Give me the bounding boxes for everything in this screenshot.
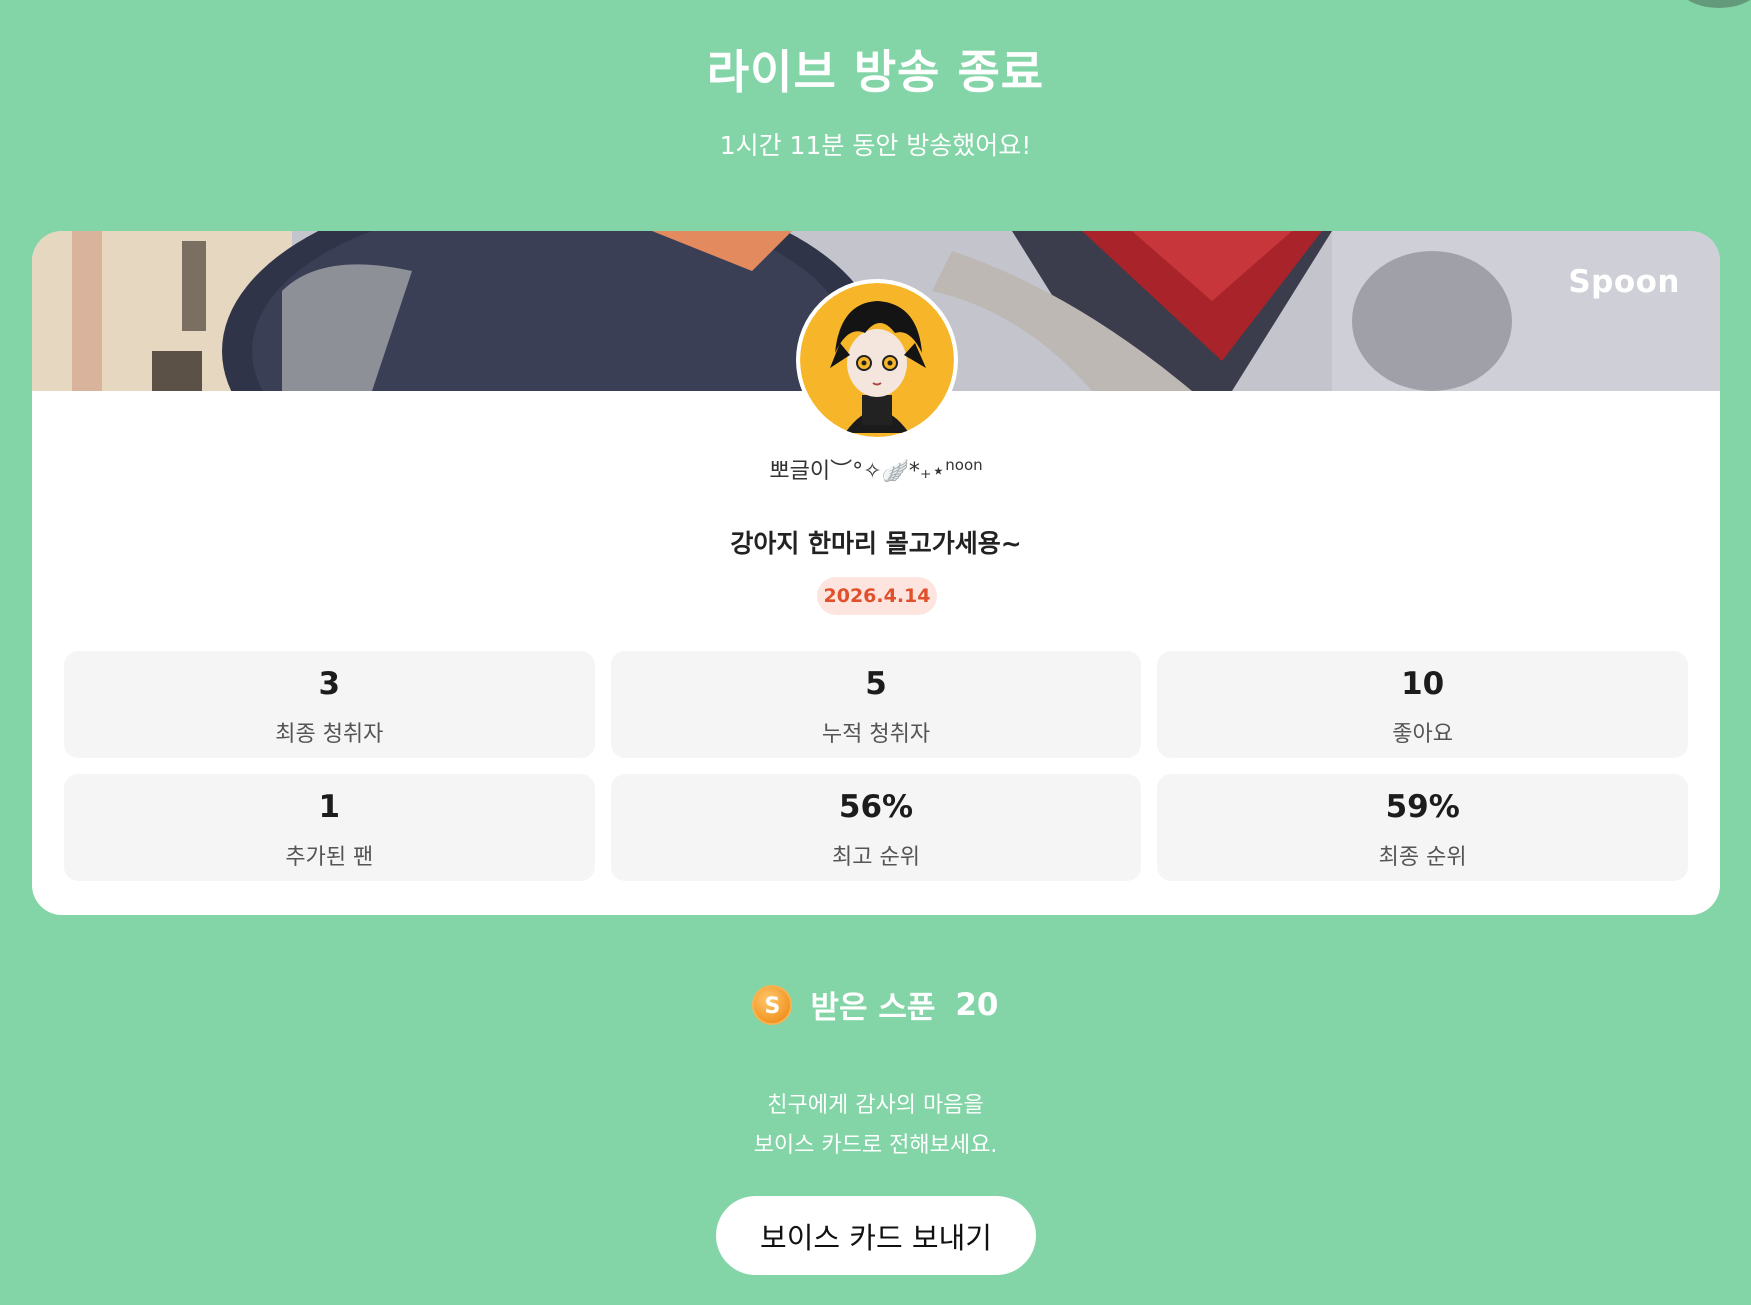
thanks-message: 친구에게 감사의 마음을 보이스 카드로 전해보세요.: [0, 1086, 1751, 1166]
received-spoons-label: 받은 스푼: [810, 990, 936, 1026]
broadcast-duration: 1시간 11분 동안 방송했어요!: [719, 131, 1032, 160]
page-title: 라이브 방송 종료: [706, 45, 1045, 99]
spoon-brand-logo: Spoon: [1568, 264, 1680, 300]
received-spoons-count: 20: [955, 986, 999, 1023]
close-button[interactable]: [1673, 0, 1751, 8]
stat-final-listeners: 3 최종 청취자: [64, 651, 595, 758]
stat-likes: 10 좋아요: [1157, 651, 1688, 758]
stat-label: 최종 청취자: [275, 722, 384, 747]
spoon-coin-icon: S: [752, 984, 793, 1025]
date-badge: 2026.4.14: [817, 577, 937, 615]
stat-label: 좋아요: [1392, 722, 1454, 747]
stat-label: 최고 순위: [832, 845, 920, 870]
thanks-line-1: 친구에게 감사의 마음을: [767, 1093, 984, 1118]
stat-label: 최종 순위: [1378, 845, 1467, 870]
stat-value: 3: [318, 666, 341, 702]
stats-grid: 3 최종 청취자 5 누적 청취자 10 좋아요 1 추가된 팬 56% 최고 …: [64, 651, 1688, 881]
host-avatar: [796, 279, 958, 441]
stat-label: 추가된 팬: [285, 845, 374, 870]
host-nickname: 뽀글이︶°✧🪽*₊⋆noon: [32, 453, 1720, 485]
live-end-screen: 라이브 방송 종료 1시간 11분 동안 방송했어요! Spoon 뽀글이︶°✧…: [0, 0, 1751, 1305]
stat-total-listeners: 5 누적 청취자: [610, 651, 1142, 758]
received-spoons: S 받은 스푼 20: [0, 982, 1751, 1027]
live-title: 강아지 한마리 몰고가세용~: [730, 529, 1022, 558]
send-voice-card-button[interactable]: 보이스 카드 보내기: [716, 1196, 1036, 1275]
live-summary-card: Spoon 뽀글이︶°✧🪽*₊⋆noon 강아지 한마리 몰고가세용~ 2026…: [32, 231, 1720, 915]
stat-best-rank: 56% 최고 순위: [610, 774, 1142, 881]
stat-final-rank: 59% 최종 순위: [1157, 774, 1688, 881]
stat-value: 1: [318, 789, 341, 825]
host-nickname-suffix: noon: [945, 456, 983, 474]
stat-value: 59%: [1385, 789, 1460, 825]
thanks-line-2: 보이스 카드로 전해보세요.: [753, 1133, 998, 1158]
stat-value: 10: [1401, 666, 1445, 702]
stat-new-fans: 1 추가된 팬: [64, 774, 595, 881]
stat-label: 누적 청취자: [821, 722, 931, 747]
stat-value: 56%: [838, 789, 914, 825]
host-nickname-text: 뽀글이︶°✧🪽*₊⋆: [769, 459, 946, 484]
stat-value: 5: [865, 666, 887, 702]
